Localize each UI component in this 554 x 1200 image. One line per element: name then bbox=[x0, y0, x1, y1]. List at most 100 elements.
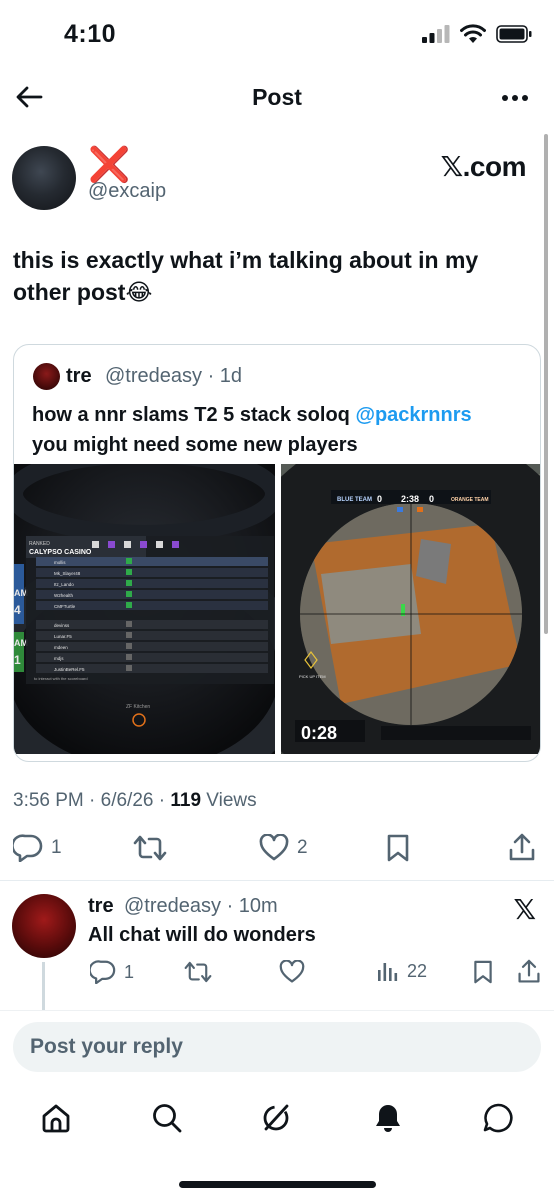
side-letter-2: 4 bbox=[14, 603, 21, 617]
reply-reply-button[interactable]: 1 bbox=[90, 960, 134, 984]
match-timer: 2:38 bbox=[401, 494, 419, 504]
scoreboard-player-name: CMFTurtle bbox=[54, 604, 76, 609]
scoreboard-rank-badge bbox=[126, 602, 132, 608]
search-icon bbox=[153, 1104, 182, 1133]
scoreboard-player-name: Itz_Lando bbox=[54, 582, 74, 587]
reply-reply-count: 1 bbox=[124, 961, 135, 982]
reply-views-count: 22 bbox=[407, 960, 428, 981]
scoreboard-player-name: W2health bbox=[54, 593, 74, 598]
scoreboard-header-icon bbox=[92, 541, 99, 548]
reply-author-avatar[interactable] bbox=[12, 894, 76, 958]
divider bbox=[0, 1010, 554, 1011]
bookmark-icon bbox=[387, 834, 409, 862]
scoreboard-rank-badge bbox=[126, 643, 132, 649]
scoreboard-rank-badge bbox=[126, 654, 132, 660]
reply-handle-time: @tredeasy · 10m bbox=[124, 895, 278, 917]
quote-text-tail: you might need some new players bbox=[32, 434, 358, 456]
side-letter-1: AM bbox=[14, 588, 28, 598]
author-avatar[interactable] bbox=[12, 146, 76, 210]
quote-mention-link[interactable]: @packrnnrs bbox=[355, 404, 471, 426]
status-time: 4:10 bbox=[64, 20, 117, 48]
scoreboard-player-name: JustinBeRel.F5 bbox=[54, 667, 85, 672]
quote-handle-time: @tredeasy · 1d bbox=[105, 365, 243, 387]
repost-icon bbox=[184, 961, 212, 983]
author-handle[interactable]: @excaip bbox=[88, 180, 166, 203]
scoreboard-rank-badge bbox=[126, 558, 132, 564]
home-icon bbox=[42, 1104, 70, 1133]
scoreboard-row bbox=[36, 620, 268, 629]
bell-icon bbox=[376, 1105, 400, 1132]
scoreboard-rank-badge bbox=[126, 621, 132, 627]
quote-text-main: how a nnr slams T2 5 stack soloq bbox=[32, 404, 356, 426]
quote-image-scoreboard[interactable]: AM 4 AM 1 RANKED CALYPSO CASINO mollis Mk… bbox=[14, 464, 275, 754]
reply-icon bbox=[13, 834, 43, 862]
scoreboard-row bbox=[36, 653, 268, 662]
reply-repost-button[interactable] bbox=[184, 960, 212, 984]
quote-author-name: tre bbox=[66, 365, 92, 387]
like-count: 2 bbox=[297, 837, 308, 858]
bookmark-button[interactable] bbox=[385, 834, 411, 862]
tab-home[interactable] bbox=[36, 1098, 76, 1138]
post-actions: 1 2 bbox=[0, 830, 554, 870]
side-letter-4: 1 bbox=[14, 653, 21, 667]
map-label: CALYPSO CASINO bbox=[29, 549, 92, 556]
repost-button[interactable] bbox=[133, 834, 175, 862]
scoreboard-hint: to interact with the scoreboard bbox=[34, 676, 88, 681]
quoted-post[interactable]: tre @tredeasy · 1d how a nnr slams T2 5 … bbox=[13, 344, 541, 762]
post-meta: 3:56 PM · 6/6/26 · 119 Views bbox=[13, 790, 257, 812]
scoreboard-player-name: devinss bbox=[54, 623, 70, 628]
reply-share-button[interactable] bbox=[517, 959, 541, 985]
scoreboard-header-icon bbox=[140, 541, 147, 548]
tab-messages[interactable] bbox=[478, 1098, 518, 1138]
reply-count: 1 bbox=[51, 837, 62, 858]
views-count: 119 bbox=[170, 790, 202, 811]
signal-icon bbox=[422, 25, 450, 43]
scoreboard-header-icon bbox=[172, 541, 179, 548]
ranked-label: RANKED bbox=[29, 541, 50, 547]
scoreboard-header-icon bbox=[124, 541, 131, 548]
scoreboard-rank-badge bbox=[126, 632, 132, 638]
reply-button[interactable]: 1 bbox=[13, 834, 62, 862]
scoreboard-header-icon bbox=[108, 541, 115, 548]
scoreboard-player-name: mollis bbox=[54, 560, 66, 565]
side-letter-3: AM bbox=[14, 638, 28, 648]
quote-avatar[interactable] bbox=[33, 363, 60, 390]
orange-team-label: ORANGE TEAM bbox=[451, 497, 489, 503]
share-icon bbox=[509, 833, 535, 861]
home-indicator[interactable] bbox=[179, 1181, 376, 1188]
reply-views-button[interactable]: 22 bbox=[377, 960, 427, 982]
heart-icon bbox=[279, 960, 305, 983]
blue-score: 0 bbox=[377, 494, 382, 504]
reply-bookmark-button[interactable] bbox=[472, 960, 494, 984]
post-timestamp: 3:56 PM · 6/6/26 · bbox=[13, 790, 171, 811]
bookmark-icon bbox=[474, 960, 492, 984]
blue-team-label: BLUE TEAM bbox=[337, 497, 372, 503]
tab-search[interactable] bbox=[147, 1098, 187, 1138]
more-button[interactable] bbox=[498, 86, 532, 110]
scoreboard-player-name: mdjs bbox=[54, 656, 64, 661]
messages-icon bbox=[483, 1103, 513, 1133]
share-button[interactable] bbox=[508, 833, 536, 863]
like-button[interactable]: 2 bbox=[259, 834, 308, 862]
round-timer: 0:28 bbox=[301, 723, 337, 743]
heart-icon bbox=[259, 834, 289, 861]
reply-author-name[interactable]: tre bbox=[88, 895, 114, 918]
tab-notifications[interactable] bbox=[368, 1098, 408, 1138]
reply-icon bbox=[90, 960, 116, 984]
post-text: this is exactly what i’m talking about i… bbox=[13, 247, 479, 305]
tab-grok[interactable] bbox=[256, 1098, 296, 1138]
quote-image-scope[interactable]: BLUE TEAM 0 2:38 0 ORANGE TEAM PICK UP I… bbox=[281, 464, 540, 754]
reply-like-button[interactable] bbox=[279, 960, 305, 984]
scoreboard-player-name: mdeen bbox=[54, 645, 68, 650]
scrollbar[interactable] bbox=[544, 134, 548, 634]
battery-icon bbox=[496, 25, 532, 43]
author-display-name[interactable]: ❌ bbox=[88, 148, 130, 182]
views-icon bbox=[378, 963, 398, 981]
scoreboard-rank-badge bbox=[126, 580, 132, 586]
reply-input[interactable]: Post your reply bbox=[13, 1022, 541, 1072]
more-icon bbox=[502, 95, 528, 101]
scoreboard-header-icon bbox=[156, 541, 163, 548]
x-logo-icon: 𝕏.com bbox=[440, 151, 527, 182]
divider bbox=[0, 880, 554, 881]
status-icons bbox=[422, 24, 532, 44]
